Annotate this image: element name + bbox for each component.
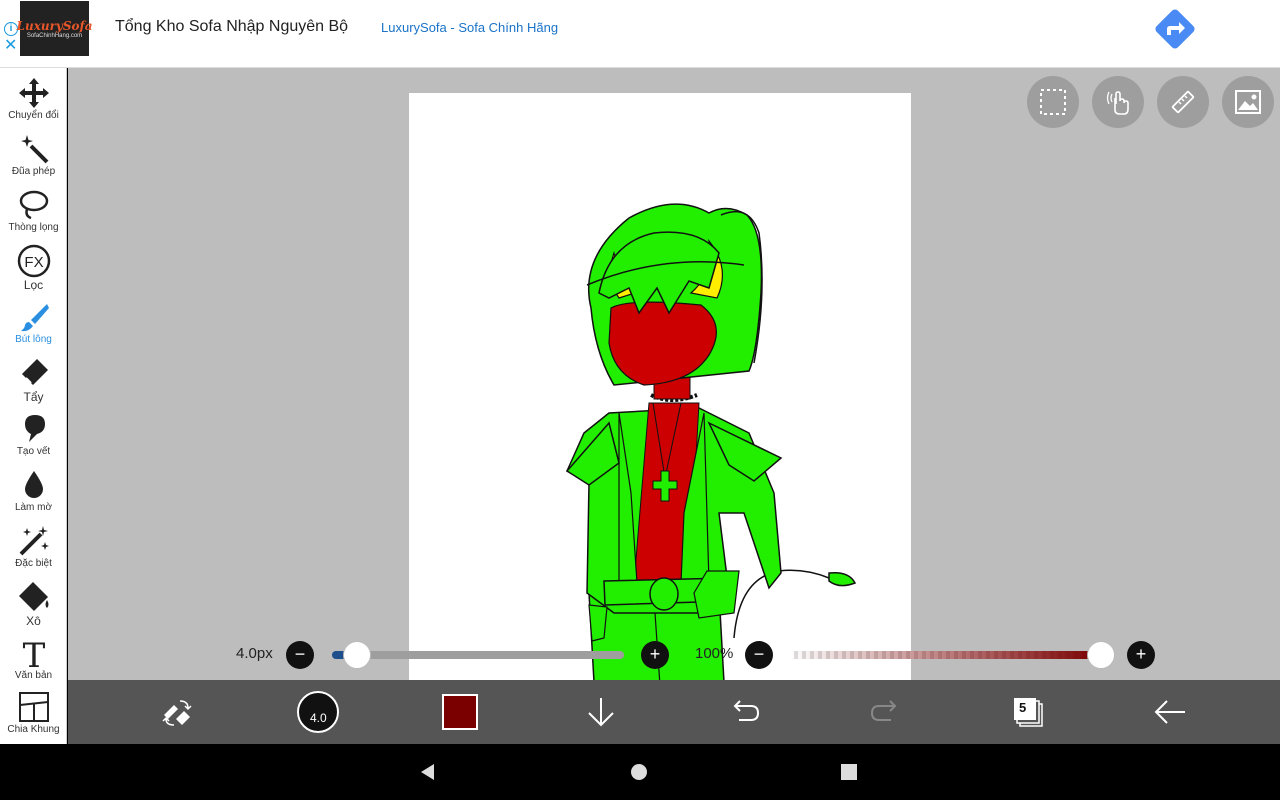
layers-icon [1014, 698, 1043, 727]
ad-logo: LuxurySofa SofaChinhHang.com [17, 1, 92, 56]
ruler-button[interactable] [1157, 76, 1209, 128]
size-increase-button[interactable]: + [641, 641, 669, 669]
tool-frame-divide[interactable]: Chia Khung [0, 690, 67, 746]
tool-special[interactable]: Đặc biệt [0, 524, 67, 580]
tool-lasso[interactable]: Thòng lọng [0, 188, 67, 244]
character-drawing [565, 203, 857, 700]
opacity-decrease-button[interactable]: − [745, 641, 773, 669]
move-icon [18, 78, 49, 108]
system-nav-bar [0, 744, 1280, 800]
swap-tool-button[interactable] [155, 690, 199, 734]
nav-back-icon[interactable] [418, 762, 438, 782]
opacity-label: 100% [695, 645, 734, 662]
tool-label: Chuyển đổi [8, 110, 59, 121]
ad-logo-sub: SofaChinhHang.com [26, 32, 83, 39]
magic-wand-icon [20, 135, 48, 164]
back-button[interactable] [1148, 690, 1192, 734]
tool-label: Lọc [23, 278, 44, 292]
layer-count-badge: 5 [1019, 700, 1027, 715]
tool-filter[interactable]: FX Lọc [0, 244, 67, 300]
tool-bucket[interactable]: Xô [0, 580, 67, 636]
brush-size-preview[interactable]: 4.0 [296, 690, 340, 734]
redo-icon [870, 700, 897, 721]
color-picker-button[interactable] [438, 690, 482, 734]
tool-label: Bút lông [15, 334, 52, 345]
undo-icon [733, 700, 760, 721]
arrow-down-icon [588, 698, 614, 727]
tool-magic-wand[interactable]: Đũa phép [0, 132, 67, 188]
nav-recents-icon[interactable] [840, 763, 858, 781]
directions-arrow-icon[interactable] [1152, 6, 1198, 52]
image-icon [1235, 90, 1261, 114]
undo-button[interactable] [722, 690, 766, 734]
tool-label: Thòng lọng [8, 222, 59, 233]
app-root: i ✕ LuxurySofa SofaChinhHang.com Tổng Kh… [0, 0, 1280, 800]
opacity-increase-button[interactable]: + [1127, 641, 1155, 669]
close-icon[interactable]: ✕ [4, 38, 17, 54]
redo-button[interactable] [864, 690, 908, 734]
tool-label: Đặc biệt [15, 558, 52, 569]
tool-label: Chia Khung [7, 724, 60, 735]
save-down-button[interactable] [579, 690, 623, 734]
current-color-swatch [442, 694, 478, 730]
brush-icon [20, 304, 49, 332]
bucket-icon [18, 582, 48, 611]
ruler-icon [1171, 90, 1195, 114]
tool-blur[interactable]: Làm mờ [0, 468, 67, 524]
brush-size-badge: 4.0 [310, 711, 327, 725]
frame-divide-icon [18, 692, 49, 722]
tool-label: Tạo vết [16, 446, 51, 457]
image-button[interactable] [1222, 76, 1274, 128]
opacity-slider-thumb[interactable] [1087, 641, 1115, 669]
hand-touch-icon [1106, 91, 1129, 115]
size-slider-thumb[interactable] [343, 641, 371, 669]
opacity-slider-track[interactable] [790, 651, 1100, 659]
tool-sidebar: Chuyển đổi Đũa phép Thòng lọng FX Lọc Bú… [0, 68, 67, 744]
tool-brush[interactable]: Bút lông [0, 300, 67, 356]
special-icon [19, 526, 49, 556]
layers-button[interactable]: 5 [1006, 690, 1050, 734]
svg-text:FX: FX [24, 254, 43, 271]
size-slider-track[interactable] [332, 651, 624, 659]
tool-smudge[interactable]: Tạo vết [0, 412, 67, 468]
tool-label: Xô [26, 614, 41, 628]
lasso-icon [19, 190, 48, 220]
text-icon: T [22, 636, 45, 670]
ad-link[interactable]: LuxurySofa - Sofa Chính Hãng [381, 20, 558, 35]
tool-move[interactable]: Chuyển đổi [0, 76, 67, 132]
blur-drop-icon [24, 471, 43, 498]
tool-label: Làm mờ [14, 502, 53, 513]
fx-filter-icon: FX [17, 244, 50, 278]
tool-text[interactable]: T Văn bản [0, 636, 67, 692]
back-arrow-icon [1154, 700, 1185, 724]
nav-home-icon[interactable] [629, 762, 649, 782]
drawing-canvas[interactable] [409, 93, 911, 700]
smudge-icon [24, 415, 45, 442]
tool-label: Tẩy [23, 390, 44, 404]
tool-eraser[interactable]: Tẩy [0, 356, 67, 412]
svg-text:T: T [22, 636, 45, 670]
tool-label: Đũa phép [11, 166, 56, 177]
tool-label: Văn bản [14, 670, 53, 681]
ad-banner[interactable]: i ✕ LuxurySofa SofaChinhHang.com Tổng Kh… [0, 0, 1280, 68]
hand-touch-button[interactable] [1092, 76, 1144, 128]
size-decrease-button[interactable]: − [286, 641, 314, 669]
ad-title[interactable]: Tổng Kho Sofa Nhập Nguyên Bộ [115, 18, 348, 36]
selection-icon [1040, 89, 1066, 115]
bottom-toolbar: 4.0 5 [68, 680, 1280, 744]
selection-button[interactable] [1027, 76, 1079, 128]
ad-logo-text: LuxurySofa [16, 18, 93, 33]
swap-tools-icon [162, 700, 192, 726]
brush-size-label: 4.0px [236, 645, 273, 662]
eraser-icon [21, 359, 48, 385]
